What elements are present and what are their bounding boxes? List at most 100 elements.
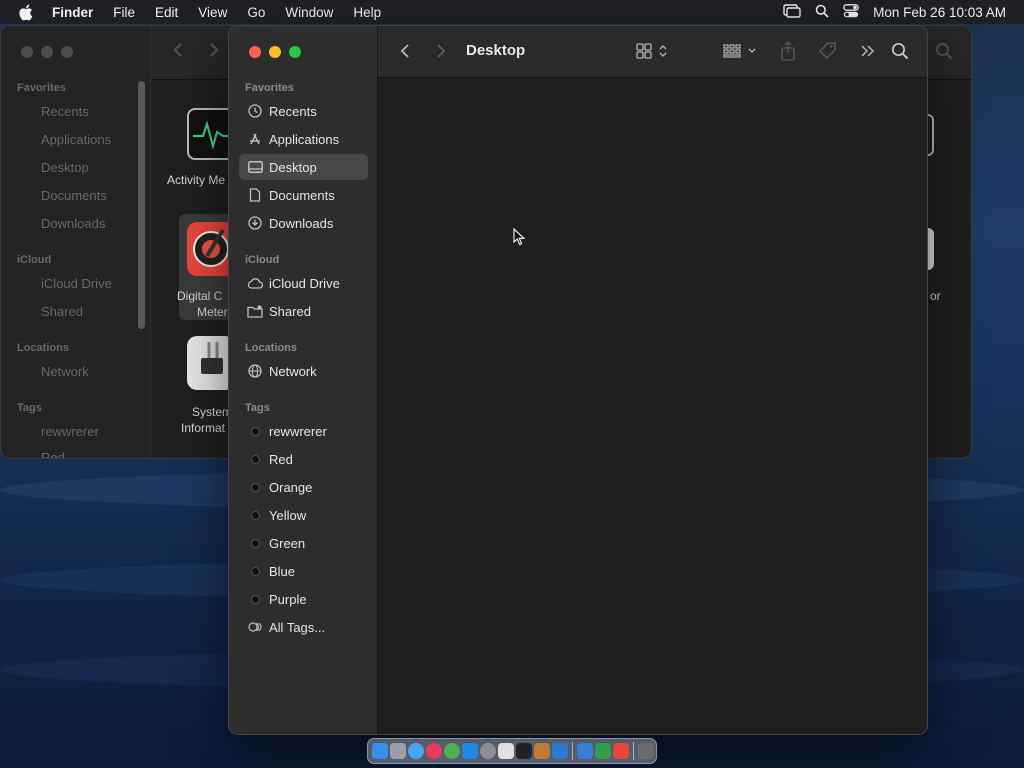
forward-button[interactable] <box>436 40 446 62</box>
digital-color-meter-dock-icon[interactable] <box>613 743 629 759</box>
app-store-dock-icon[interactable] <box>462 743 478 759</box>
vscode-dock-icon[interactable] <box>552 743 568 759</box>
launchpad-dock-icon[interactable] <box>390 743 406 759</box>
back-chevron-right-icon[interactable] <box>209 42 219 63</box>
apple-menu-icon[interactable] <box>18 4 36 21</box>
close-button[interactable] <box>249 46 261 58</box>
back-section-tags: Tags <box>17 402 42 414</box>
back-sidebar-item-icloud-drive[interactable]: iCloud Drive <box>41 276 112 291</box>
shared-folder-icon <box>247 303 263 319</box>
minimize-button[interactable] <box>269 46 281 58</box>
menu-clock[interactable]: Mon Feb 26 10:03 AM <box>873 5 1006 20</box>
control-center-icon[interactable] <box>843 3 860 21</box>
safari-dock-icon[interactable] <box>408 743 424 759</box>
back-sidebar-item-shared[interactable]: Shared <box>41 304 83 319</box>
sidebar-item-label: iCloud Drive <box>269 275 340 291</box>
textedit-dock-icon[interactable] <box>498 743 514 759</box>
menu-help[interactable]: Help <box>353 5 381 20</box>
tag-dot-icon <box>247 507 263 523</box>
back-sidebar-item-applications[interactable]: Applications <box>41 132 111 147</box>
more-toolbar-button[interactable] <box>860 40 876 62</box>
tag-dot-icon <box>247 591 263 607</box>
window-title: Desktop <box>466 42 526 59</box>
finder-dock-icon[interactable] <box>372 743 388 759</box>
menu-go[interactable]: Go <box>247 5 265 20</box>
back-sidebar-item-tag[interactable]: Red <box>41 450 65 458</box>
download-icon <box>247 215 263 231</box>
screen-mirroring-icon[interactable] <box>783 3 801 21</box>
back-sidebar-item-tag[interactable]: rewwrerer <box>41 424 99 439</box>
sidebar-item-documents[interactable]: Documents <box>239 182 368 208</box>
sidebar-item-downloads[interactable]: Downloads <box>239 210 368 236</box>
spotlight-search-icon[interactable] <box>815 4 829 21</box>
back-sidebar-item-downloads[interactable]: Downloads <box>41 216 105 231</box>
back-chevron-left-icon[interactable] <box>173 42 183 63</box>
script-editor-dock-icon[interactable] <box>534 743 550 759</box>
sidebar-item-icloud-drive[interactable]: iCloud Drive <box>239 270 368 296</box>
view-mode-button[interactable] <box>636 40 670 62</box>
dock-separator <box>572 742 573 760</box>
menu-app-name[interactable]: Finder <box>52 5 93 20</box>
system-settings-dock-icon[interactable] <box>480 743 496 759</box>
sidebar-item-tag-red[interactable]: Red <box>239 446 368 472</box>
trash-dock-icon[interactable] <box>638 743 654 759</box>
tag-dot-icon <box>247 479 263 495</box>
sidebar-item-recents[interactable]: Recents <box>239 98 368 124</box>
menu-edit[interactable]: Edit <box>155 5 178 20</box>
sidebar-item-label: Yellow <box>269 507 307 523</box>
sidebar-item-tag-green[interactable]: Green <box>239 530 368 556</box>
sidebar-item-shared[interactable]: Shared <box>239 298 368 324</box>
back-button[interactable] <box>400 40 410 62</box>
firefox-dock-icon[interactable] <box>426 743 442 759</box>
back-sidebar-item-documents[interactable]: Documents <box>41 188 107 203</box>
tag-dot-icon <box>247 535 263 551</box>
file-browser-content[interactable] <box>378 78 927 734</box>
section-favorites: Favorites <box>245 82 294 94</box>
share-button[interactable] <box>780 40 796 62</box>
menu-file[interactable]: File <box>113 5 135 20</box>
menu-view[interactable]: View <box>198 5 227 20</box>
sidebar-item-tag-purple[interactable]: Purple <box>239 586 368 612</box>
back-sidebar-item-desktop[interactable]: Desktop <box>41 160 89 175</box>
group-grid-icon <box>723 44 756 58</box>
sidebar-item-tag-yellow[interactable]: Yellow <box>239 502 368 528</box>
tag-dot-icon <box>247 423 263 439</box>
terminal-dock-icon[interactable] <box>516 743 532 759</box>
sidebar-item-label: Downloads <box>269 215 334 231</box>
sidebar-item-desktop[interactable]: Desktop <box>239 154 368 180</box>
back-sidebar-item-network[interactable]: Network <box>41 364 89 379</box>
double-chevron-right-icon <box>861 45 875 57</box>
sidebar-item-label: Recents <box>269 103 317 119</box>
window-controls <box>249 46 301 58</box>
tag-button[interactable] <box>818 40 838 62</box>
downloads-dock-icon[interactable] <box>577 743 593 759</box>
section-locations: Locations <box>245 342 297 354</box>
applications-icon <box>247 131 263 147</box>
sidebar-item-all-tags[interactable]: All Tags... <box>239 614 368 640</box>
search-button[interactable] <box>891 40 909 62</box>
sidebar-item-tag-orange[interactable]: Orange <box>239 474 368 500</box>
excel-dock-icon[interactable] <box>595 743 611 759</box>
sidebar-item-applications[interactable]: Applications <box>239 126 368 152</box>
group-button[interactable] <box>723 40 759 62</box>
zoom-button[interactable] <box>289 46 301 58</box>
sidebar-item-label: All Tags... <box>269 619 326 635</box>
back-sidebar-scrollbar[interactable] <box>138 81 145 329</box>
chrome-dock-icon[interactable] <box>444 743 460 759</box>
menu-window[interactable]: Window <box>285 5 333 20</box>
mouse-cursor-icon <box>513 227 526 251</box>
sidebar-item-label: Green <box>269 535 306 551</box>
sidebar-item-network[interactable]: Network <box>239 358 368 384</box>
globe-icon <box>247 363 263 379</box>
sidebar-item-tag-blue[interactable]: Blue <box>239 558 368 584</box>
tag-icon <box>819 42 836 59</box>
back-section-favorites: Favorites <box>17 82 66 94</box>
sidebar-item-tag-rewwrerer[interactable]: rewwrerer <box>239 418 368 444</box>
back-sidebar-item-recents[interactable]: Recents <box>41 104 89 119</box>
finder-window[interactable]: Favorites Recents Applications Desktop D… <box>228 25 928 735</box>
back-section-locations: Locations <box>17 342 69 354</box>
chevron-right-icon <box>437 44 446 58</box>
share-icon <box>781 41 795 61</box>
back-search-icon[interactable] <box>935 42 953 65</box>
section-tags: Tags <box>245 402 270 414</box>
